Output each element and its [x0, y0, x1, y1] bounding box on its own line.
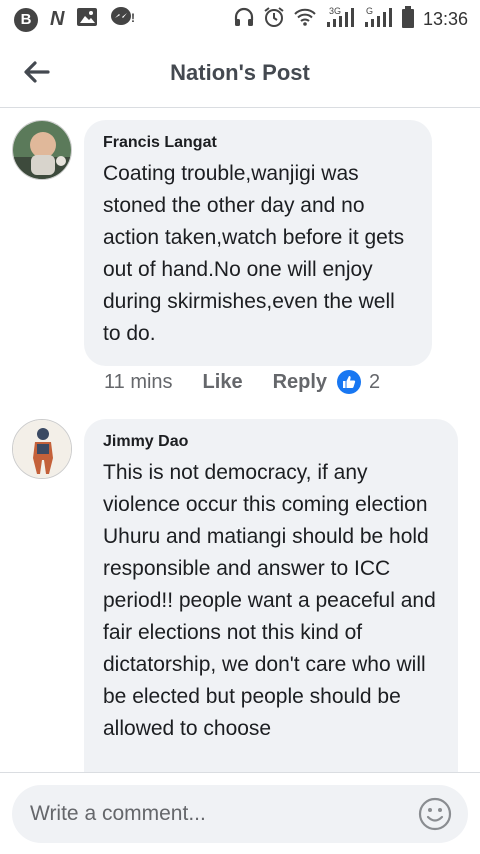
comment-author[interactable]: Jimmy Dao [103, 433, 438, 451]
messenger-icon: ! [110, 6, 136, 33]
comment-actions: 11 mins Like Reply 2 [104, 370, 380, 394]
status-bar: B N ! 3G G 13:36 [0, 0, 480, 38]
avatar[interactable] [12, 419, 72, 479]
alarm-icon [263, 6, 285, 33]
wifi-icon [293, 7, 317, 32]
comment-composer [0, 772, 480, 854]
reaction-count[interactable]: 2 [369, 371, 380, 394]
page-header: Nation's Post [0, 38, 480, 108]
comment-list[interactable]: Francis Langat Coating trouble,wanjigi w… [0, 108, 480, 773]
comment-bubble[interactable]: Francis Langat Coating trouble,wanjigi w… [84, 120, 432, 366]
page-title: Nation's Post [170, 60, 310, 85]
comment-bubble[interactable]: Jimmy Dao This is not democracy, if any … [84, 419, 458, 773]
comment-text: Coating trouble,wanjigi was stoned the o… [103, 162, 405, 345]
like-button[interactable]: Like [203, 371, 243, 394]
image-icon [76, 7, 98, 32]
comment-author[interactable]: Francis Langat [103, 134, 412, 152]
comment-input[interactable] [12, 785, 468, 843]
headphones-icon [233, 6, 255, 33]
comment-time[interactable]: 11 mins [104, 371, 173, 394]
thumbs-up-icon[interactable] [337, 370, 362, 394]
signal-g-icon: G [363, 6, 393, 33]
n-notification-icon: N [50, 8, 65, 30]
comment-text: This is not democracy, if any violence o… [103, 461, 436, 740]
smiley-icon[interactable] [418, 797, 452, 831]
reply-button[interactable]: Reply [273, 371, 327, 394]
svg-text:G: G [366, 6, 373, 16]
status-time: 13:36 [422, 9, 468, 29]
battery-icon [401, 6, 415, 33]
svg-text:3G: 3G [329, 6, 341, 16]
signal-3g-icon: 3G [325, 6, 355, 33]
svg-text:!: ! [131, 11, 135, 25]
avatar[interactable] [12, 120, 72, 180]
b-circle-icon: B [14, 7, 38, 32]
